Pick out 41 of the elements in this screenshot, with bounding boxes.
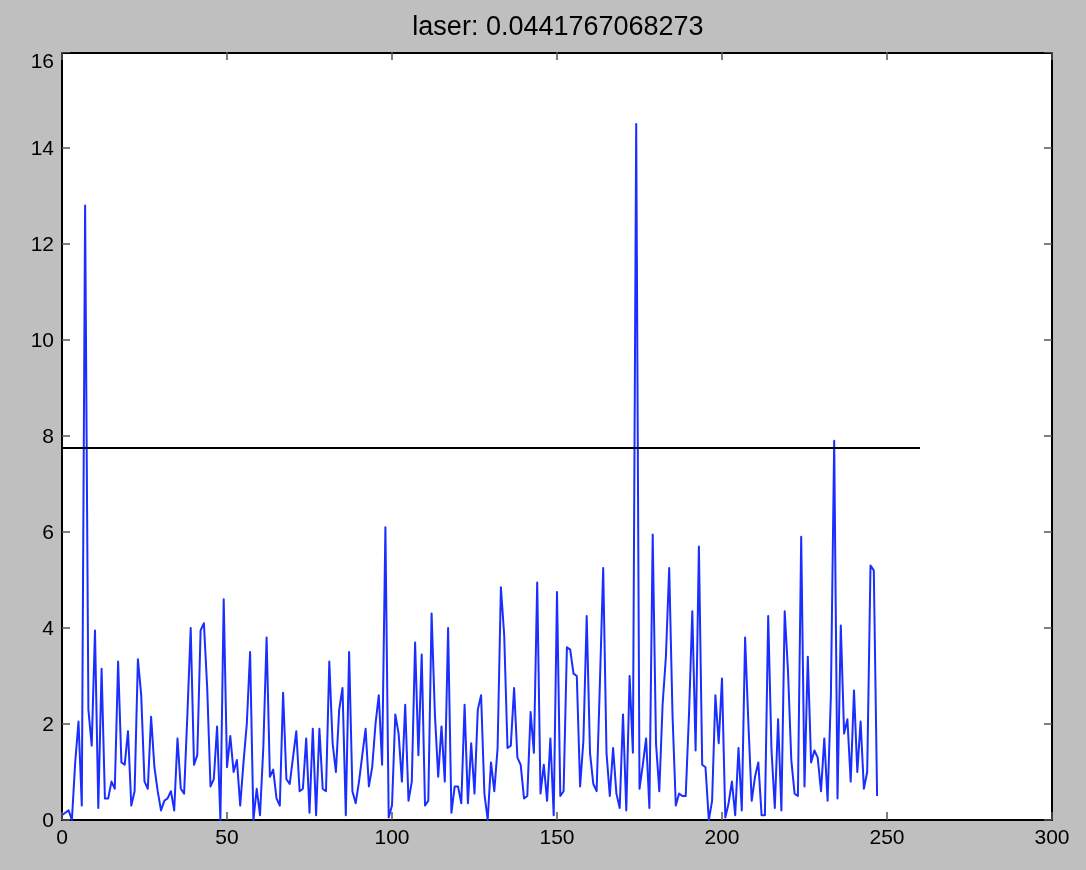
tick-mark [721, 811, 723, 821]
tick-mark [61, 723, 71, 725]
tick-label: 16 [30, 52, 54, 72]
tick-mark [886, 811, 888, 821]
tick-mark [61, 147, 71, 149]
tick-label: 100 [374, 825, 410, 848]
tick-mark [556, 52, 558, 61]
tick-mark [61, 627, 71, 629]
tick-label: 300 [1034, 825, 1070, 848]
tick-mark [556, 811, 558, 821]
tick-mark [1043, 339, 1053, 341]
tick-mark [886, 52, 888, 61]
tick-mark [226, 811, 228, 821]
tick-mark [1043, 723, 1053, 725]
tick-label: 0 [56, 825, 68, 848]
tick-mark [1043, 531, 1053, 533]
tick-label: 12 [30, 232, 54, 255]
tick-mark [391, 811, 393, 821]
tick-mark [1043, 243, 1053, 245]
tick-label: 6 [42, 520, 54, 543]
tick-label: 4 [42, 616, 54, 639]
tick-mark [61, 243, 71, 245]
tick-mark [1043, 435, 1053, 437]
tick-mark [1043, 147, 1053, 149]
tick-mark [61, 339, 71, 341]
tick-mark [61, 531, 71, 533]
tick-label: 200 [704, 825, 740, 848]
tick-label: 150 [539, 825, 575, 848]
tick-label: 50 [215, 825, 239, 848]
tick-label: 0 [42, 808, 54, 831]
tick-label: 14 [30, 136, 54, 159]
tick-mark [721, 52, 723, 61]
tick-label: 2 [42, 712, 54, 735]
tick-mark [391, 52, 393, 61]
chart-title: laser: 0.0441767068273 [411, 9, 705, 43]
tick-mark [1043, 627, 1053, 629]
tick-mark [61, 435, 71, 437]
tick-label: 250 [869, 825, 905, 848]
tick-label: 10 [30, 328, 54, 351]
tick-label: 8 [42, 424, 54, 447]
tick-mark [226, 52, 228, 61]
